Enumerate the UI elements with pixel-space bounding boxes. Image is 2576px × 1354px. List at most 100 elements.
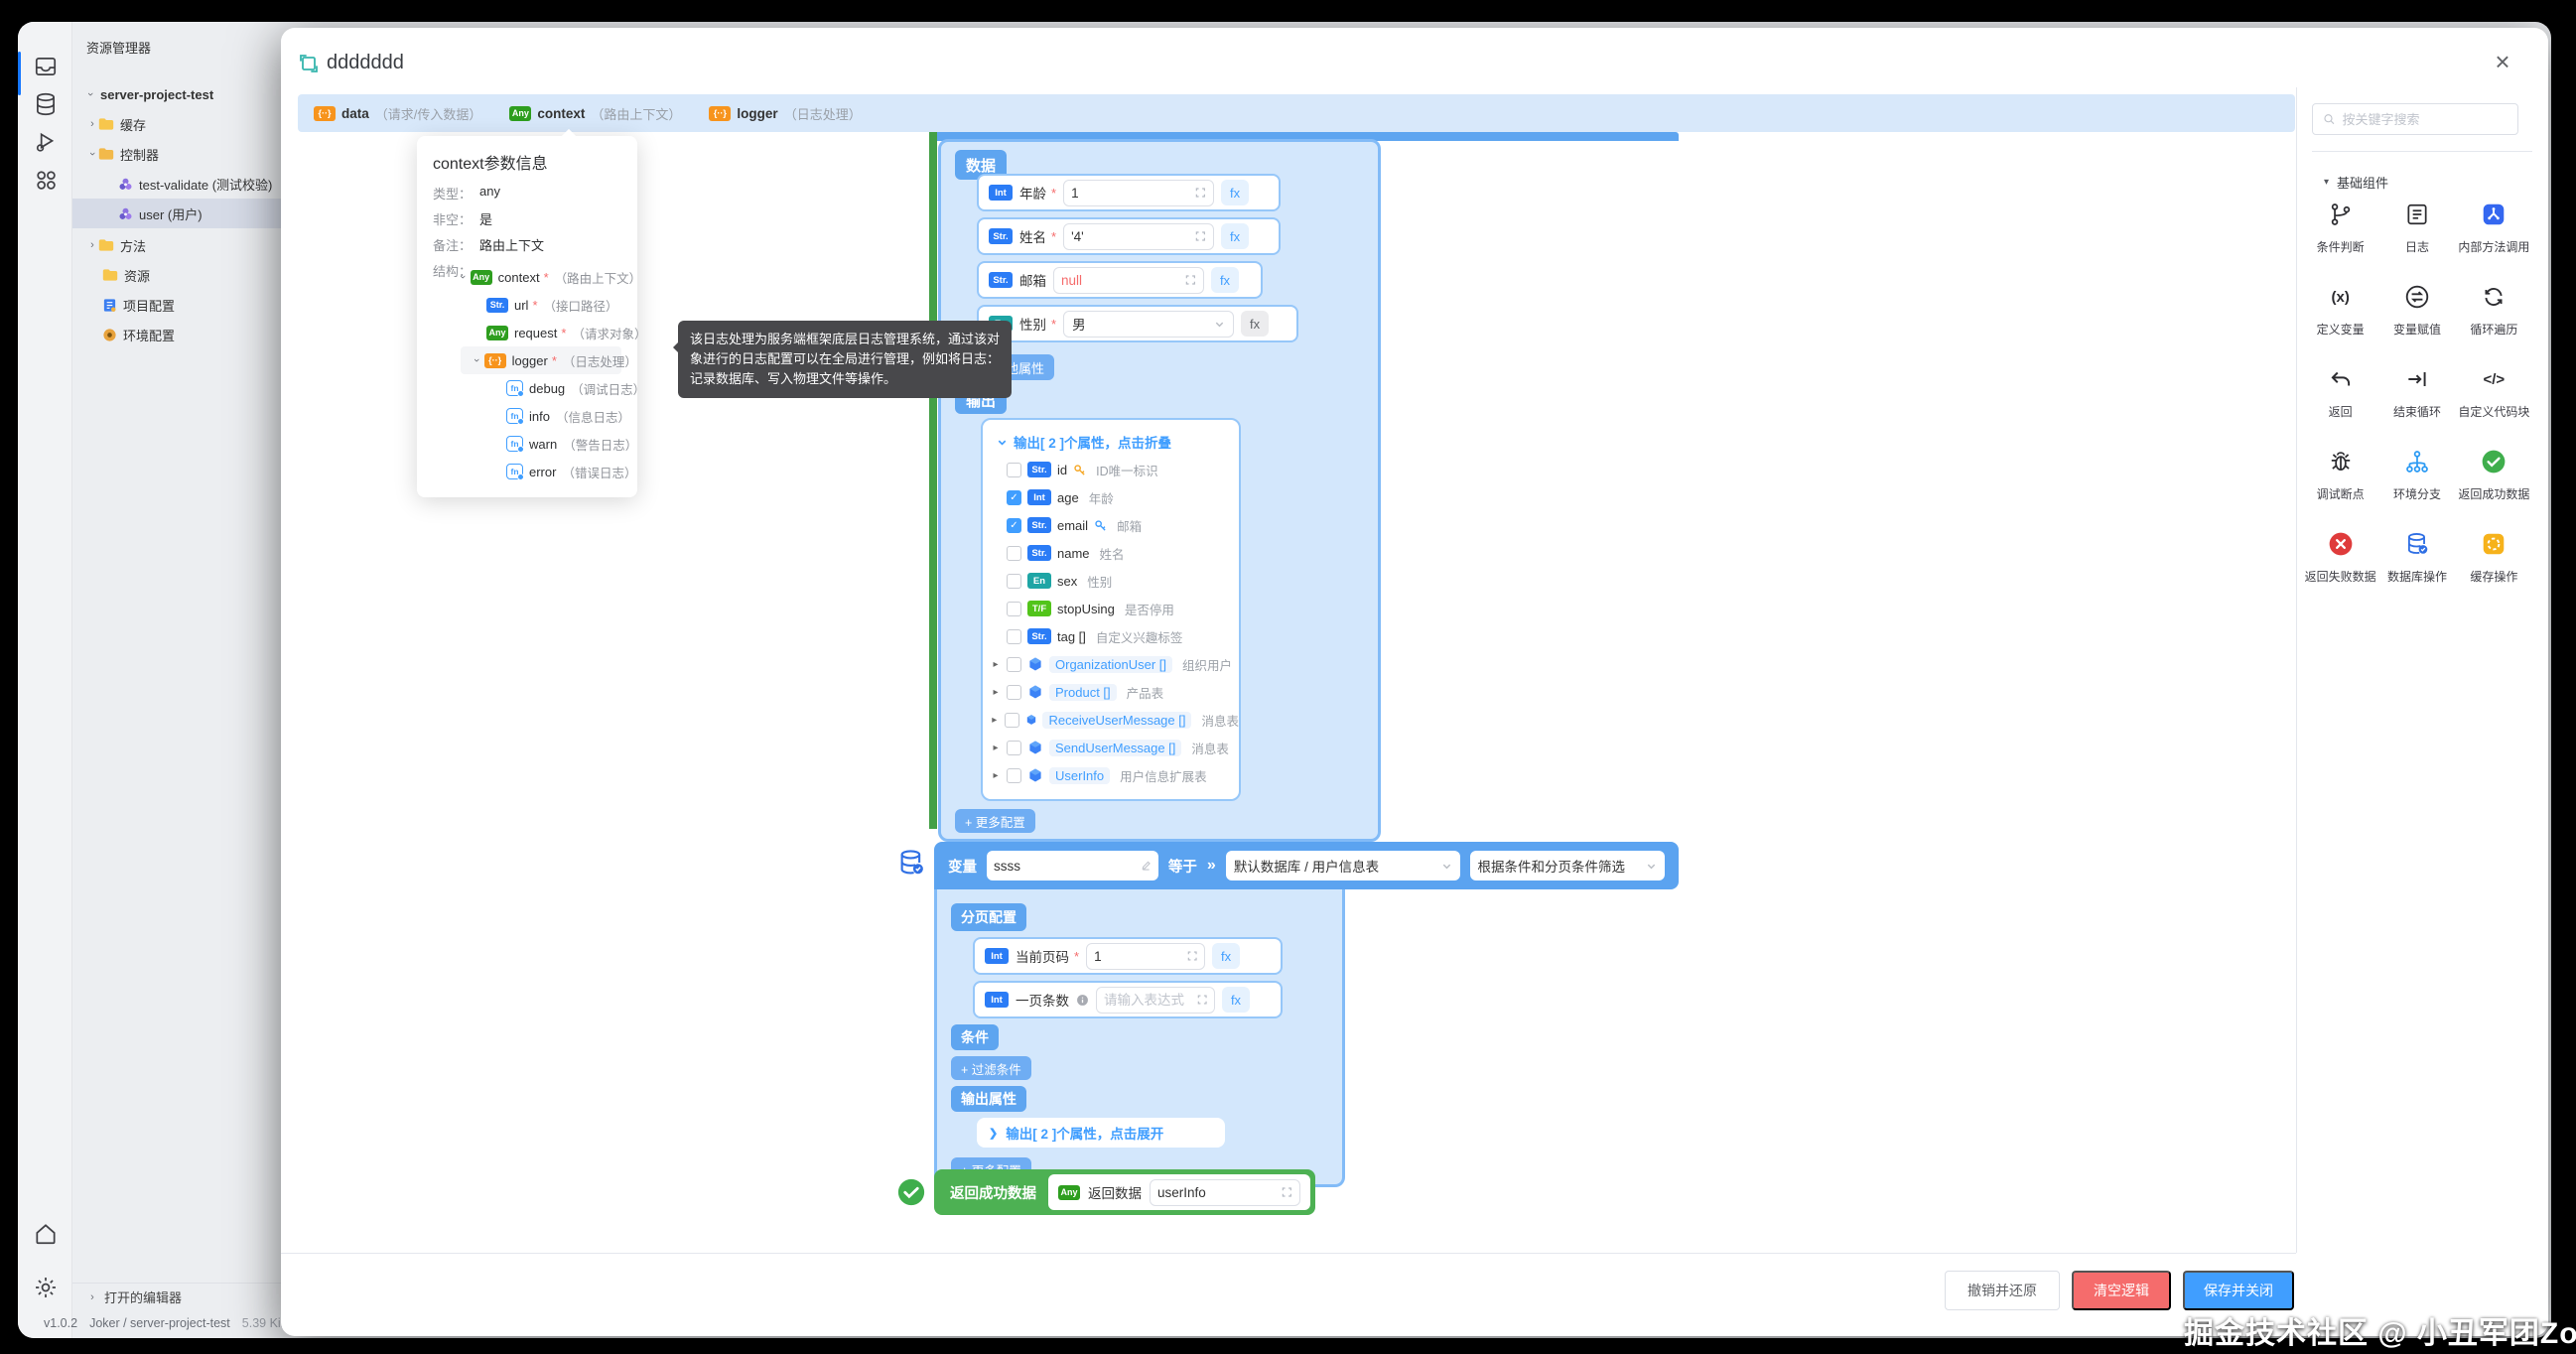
component-return-success[interactable]: 返回成功数据 — [2456, 446, 2532, 502]
output-item[interactable]: Str. name 姓名 — [983, 539, 1239, 567]
component-assign-variable[interactable]: 变量赋值 — [2378, 281, 2455, 338]
expand-icon[interactable] — [1195, 230, 1206, 242]
sidebar-item-project-config[interactable]: 项目配置 — [72, 290, 299, 320]
sidebar-item-controller-folder[interactable]: › 控制器 — [72, 139, 299, 169]
component-loop[interactable]: 循环遍历 — [2456, 281, 2532, 338]
caret-icon[interactable]: › — [84, 88, 96, 100]
more-config-chip[interactable]: + 更多配置 — [955, 809, 1035, 833]
database-icon[interactable] — [33, 91, 59, 117]
component-log[interactable]: 日志 — [2378, 199, 2455, 255]
sidebar-item-resources-folder[interactable]: 资源 — [72, 260, 299, 290]
checkbox[interactable] — [1007, 741, 1021, 755]
fx-button[interactable]: fx — [1222, 987, 1250, 1013]
caret-right-icon[interactable]: ▸ — [991, 659, 1001, 670]
component-db-operation[interactable]: 数据库操作 — [2378, 528, 2455, 585]
output-item[interactable]: ✓ Str. email 邮箱 — [983, 511, 1239, 539]
expand-icon[interactable] — [1187, 950, 1197, 962]
component-define-variable[interactable]: (x) 定义变量 — [2302, 281, 2378, 338]
output-item-object[interactable]: ▸ UserInfo 用户信息扩展表 — [983, 761, 1239, 789]
component-search[interactable] — [2312, 103, 2518, 135]
fx-button[interactable]: fx — [1221, 180, 1249, 205]
checkbox[interactable] — [1007, 657, 1021, 672]
tree-node-warn[interactable]: fn warn （警告日志） — [461, 430, 621, 458]
component-return-fail[interactable]: 返回失败数据 — [2302, 528, 2378, 585]
age-input[interactable] — [1071, 186, 1191, 201]
fx-button[interactable]: fx — [1221, 223, 1249, 249]
caret-right-icon[interactable]: ▸ — [991, 770, 1001, 781]
query-strategy-select[interactable]: 根据条件和分页条件筛选 — [1470, 851, 1665, 880]
variable-name-input[interactable] — [994, 859, 1137, 874]
output-item-object[interactable]: ▸ SendUserMessage [] 消息表 — [983, 734, 1239, 761]
return-data-input[interactable] — [1157, 1185, 1278, 1200]
tree-node-logger[interactable]: › {··} logger* （日志处理） — [461, 346, 621, 374]
email-input[interactable] — [1061, 273, 1181, 288]
tree-node-url[interactable]: Str. url* （接口路径） — [461, 291, 621, 319]
fx-button[interactable]: fx — [1211, 267, 1239, 293]
search-input[interactable] — [2343, 112, 2508, 127]
fx-button[interactable]: fx — [1241, 311, 1269, 337]
component-env-branch[interactable]: 环境分支 — [2378, 446, 2455, 502]
basic-components-group[interactable]: ▾ 基础组件 — [2324, 173, 2388, 192]
components-icon[interactable] — [33, 167, 59, 193]
current-page-input[interactable] — [1094, 949, 1183, 964]
checkbox[interactable] — [1007, 685, 1021, 700]
name-input[interactable] — [1071, 229, 1191, 244]
output-item-object[interactable]: ▸ Product [] 产品表 — [983, 678, 1239, 706]
expand-icon[interactable] — [1197, 994, 1207, 1006]
component-custom-code[interactable]: </> 自定义代码块 — [2456, 363, 2532, 420]
checkbox[interactable] — [1007, 602, 1021, 616]
checkbox-checked[interactable]: ✓ — [1007, 490, 1021, 505]
checkbox[interactable] — [1007, 546, 1021, 561]
tree-node-context[interactable]: › Any context* （路由上下文） — [461, 263, 621, 291]
output-collapsed-pill[interactable]: ❯ 输出[ 2 ]个属性，点击展开 — [977, 1118, 1225, 1148]
explorer-icon[interactable] — [33, 54, 59, 79]
filter-condition-chip[interactable]: + 过滤条件 — [951, 1056, 1031, 1080]
close-icon[interactable]: × — [2487, 46, 2518, 77]
checkbox[interactable] — [1007, 768, 1021, 783]
sex-select[interactable]: 男 — [1063, 311, 1234, 338]
sidebar-item-cache-folder[interactable]: › 缓存 — [72, 109, 299, 139]
settings-gear-icon[interactable] — [33, 1275, 59, 1300]
expand-icon[interactable] — [1282, 1186, 1292, 1198]
sidebar-item-test-validate[interactable]: test-validate (测试校验) — [72, 169, 299, 199]
sidebar-item-user[interactable]: user (用户) — [72, 199, 299, 228]
debug-icon[interactable] — [33, 129, 59, 155]
param-chip-data[interactable]: {··} data （请求/传入数据） — [314, 104, 481, 123]
tree-node-debug[interactable]: fn debug （调试日志） — [461, 374, 621, 402]
sidebar-item-env-config[interactable]: 环境配置 — [72, 320, 299, 349]
output-item[interactable]: T/F stopUsing 是否停用 — [983, 595, 1239, 622]
sidebar-item-project[interactable]: › server-project-test — [72, 79, 299, 109]
caret-right-icon[interactable]: ▸ — [991, 687, 1001, 698]
component-cache-operation[interactable]: 缓存操作 — [2456, 528, 2532, 585]
caret-icon[interactable]: › — [86, 148, 98, 160]
checkbox[interactable] — [1007, 574, 1021, 589]
checkbox[interactable] — [1007, 629, 1021, 644]
output-item[interactable]: En sex 性别 — [983, 567, 1239, 595]
output-item[interactable]: Str. tag [] 自定义兴趣标签 — [983, 622, 1239, 650]
output-item[interactable]: Str. id ID唯一标识 — [983, 456, 1239, 483]
save-close-button[interactable]: 保存并关闭 — [2183, 1271, 2294, 1310]
caret-icon[interactable]: › — [86, 118, 98, 130]
component-breakpoint[interactable]: 调试断点 — [2302, 446, 2378, 502]
caret-icon[interactable]: › — [457, 275, 469, 279]
checkbox[interactable] — [1007, 463, 1021, 477]
param-chip-context[interactable]: Any context （路由上下文） — [509, 104, 681, 123]
fx-button[interactable]: fx — [1212, 943, 1240, 969]
datasource-select[interactable]: 默认数据库 / 用户信息表 — [1226, 851, 1460, 880]
home-icon[interactable] — [33, 1221, 59, 1247]
tree-node-info[interactable]: fn info （信息日志） — [461, 402, 621, 430]
page-size-input[interactable] — [1104, 993, 1193, 1008]
component-condition[interactable]: 条件判断 — [2302, 199, 2378, 255]
expand-icon[interactable] — [1185, 274, 1196, 286]
sidebar-item-methods-folder[interactable]: › 方法 — [72, 230, 299, 260]
clear-logic-button[interactable]: 清空逻辑 — [2072, 1271, 2171, 1310]
component-return[interactable]: 返回 — [2302, 363, 2378, 420]
output-item-object[interactable]: ▸ OrganizationUser [] 组织用户 — [983, 650, 1239, 678]
caret-right-icon[interactable]: ▸ — [991, 715, 999, 726]
component-end-loop[interactable]: 结束循环 — [2378, 363, 2455, 420]
param-chip-logger[interactable]: {··} logger （日志处理） — [709, 104, 861, 123]
undo-restore-button[interactable]: 撤销并还原 — [1945, 1271, 2060, 1310]
tree-node-request[interactable]: Any request* （请求对象） — [461, 319, 621, 346]
checkbox[interactable] — [1005, 713, 1019, 728]
caret-right-icon[interactable]: ▸ — [991, 743, 1001, 753]
